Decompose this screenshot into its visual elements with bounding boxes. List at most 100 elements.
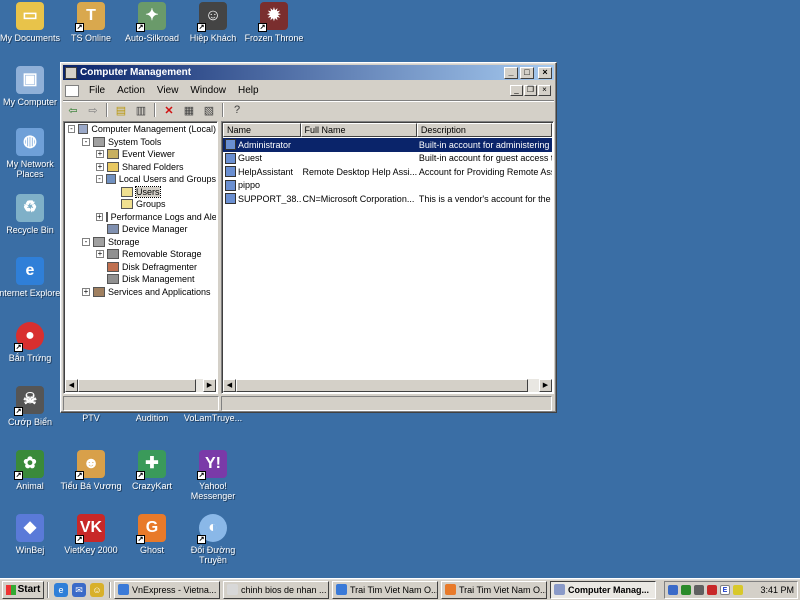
tree-node[interactable]: - Computer Management (Local): [65, 123, 216, 136]
tree-node[interactable]: Groups: [65, 198, 216, 211]
desktop-icon-internet-explorer[interactable]: e Internet Explorer: [0, 257, 66, 298]
animal-icon: ↗ ✿: [14, 450, 44, 480]
taskbar-button[interactable]: Trai Tim Viet Nam O...: [441, 580, 547, 599]
taskbar: Start e ✉ ☺ VnExpress - Vietna... chinh b…: [0, 578, 800, 600]
scroll-thumb[interactable]: [236, 379, 528, 392]
up-folder-icon[interactable]: ▤: [113, 102, 129, 118]
clock[interactable]: 3:41 PM: [760, 585, 794, 595]
console-tree[interactable]: - Computer Management (Local) - System Tool…: [63, 121, 218, 394]
collapse-icon[interactable]: -: [82, 237, 90, 246]
close-button[interactable]: ×: [538, 66, 552, 79]
tree-node-label: Device Manager: [122, 224, 188, 235]
network-tray-icon[interactable]: [668, 584, 678, 595]
user-icon: [225, 152, 236, 164]
mmc-system-menu-icon[interactable]: [65, 84, 79, 97]
desktop-icon-recycle-bin[interactable]: ♻ Recycle Bin: [0, 194, 66, 235]
tree-node[interactable]: + Performance Logs and Alerts: [65, 211, 216, 224]
taskbar-button[interactable]: Computer Manag...: [550, 580, 656, 599]
menu-file[interactable]: File: [83, 85, 111, 96]
tree-node[interactable]: - Local Users and Groups: [65, 173, 216, 186]
yahoo-icon[interactable]: ☺: [90, 582, 104, 597]
tree-view[interactable]: - Computer Management (Local) - System Tool…: [65, 123, 216, 378]
ie-icon[interactable]: e: [54, 582, 68, 597]
properties-icon[interactable]: ▦: [181, 102, 197, 118]
desktop-icon-volam[interactable]: VoLamTruye...: [177, 413, 249, 423]
tree-horizontal-scrollbar[interactable]: ◀ ▶: [65, 379, 216, 392]
taskbar-button[interactable]: Trai Tim Viet Nam O...: [332, 580, 438, 599]
tree-node-label: Computer Management (Local): [91, 124, 216, 135]
mdi-minimize-button[interactable]: _: [510, 85, 523, 96]
tree-node-label: Removable Storage: [122, 249, 202, 260]
export-list-icon[interactable]: ▧: [201, 102, 217, 118]
column-header-description[interactable]: Description: [416, 123, 552, 137]
tree-node[interactable]: + Services and Applications: [65, 286, 216, 299]
tree-node[interactable]: + Removable Storage: [65, 248, 216, 261]
column-header-name[interactable]: Name: [223, 123, 301, 137]
desktop-icon-doi-duong-truyen[interactable]: ↗ ◐ Đổi Đường Truyền: [177, 514, 249, 565]
scroll-left-button[interactable]: ◀: [223, 379, 236, 392]
list-row-user[interactable]: HelpAssistant Remote Desktop Help Assi...…: [223, 165, 552, 179]
menu-help[interactable]: Help: [232, 85, 265, 96]
tree-node-icon: [78, 124, 89, 135]
messenger-tray-icon[interactable]: [681, 584, 691, 595]
show-hide-tree-icon[interactable]: ▥: [133, 102, 149, 118]
expand-icon[interactable]: +: [96, 162, 104, 171]
mdi-restore-button[interactable]: ❐: [524, 85, 537, 96]
tree-node[interactable]: Disk Defragmenter: [65, 261, 216, 274]
scroll-right-button[interactable]: ▶: [203, 379, 216, 392]
column-header-full-name[interactable]: Full Name: [300, 123, 417, 137]
desktop-icon-frozen-throne[interactable]: ↗ ✹ Frozen Throne: [238, 2, 310, 43]
scroll-left-button[interactable]: ◀: [65, 379, 78, 392]
tree-node[interactable]: Users: [65, 185, 216, 199]
taskbar-button[interactable]: VnExpress - Vietna...: [114, 580, 220, 599]
tree-node[interactable]: - Storage: [65, 236, 216, 249]
collapse-icon[interactable]: -: [96, 175, 103, 184]
start-button[interactable]: Start: [2, 580, 44, 599]
back-icon[interactable]: ⇦: [65, 102, 81, 118]
maximize-button[interactable]: □: [520, 66, 534, 79]
desktop-icon-my-computer[interactable]: ▣ My Computer: [0, 66, 66, 107]
volume-tray-icon[interactable]: [694, 584, 704, 595]
desktop-icon-label: Đổi Đường Truyền: [190, 545, 236, 565]
desktop-icon-yahoo-messenger[interactable]: ↗ Y! Yahoo! Messenger: [177, 450, 249, 501]
security-tray-icon[interactable]: [733, 584, 743, 595]
desktop-icon-network-places[interactable]: ◍ My Network Places: [0, 128, 66, 179]
status-panel: [221, 396, 552, 411]
menu-window[interactable]: Window: [184, 85, 232, 96]
collapse-icon[interactable]: -: [68, 125, 76, 134]
expand-icon[interactable]: +: [96, 212, 103, 221]
tree-node[interactable]: - System Tools: [65, 136, 216, 149]
tree-node[interactable]: + Shared Folders: [65, 161, 216, 174]
outlook-icon[interactable]: ✉: [72, 582, 86, 597]
vietkey-tray-icon[interactable]: E: [720, 584, 730, 595]
antivirus-tray-icon[interactable]: [707, 584, 717, 595]
title-bar[interactable]: Computer Management _ □ ×: [63, 65, 554, 80]
list-horizontal-scrollbar[interactable]: ◀ ▶: [223, 379, 552, 392]
taskbar-button[interactable]: chinh bios de nhan ...: [223, 580, 329, 599]
forward-icon[interactable]: ⇨: [85, 102, 101, 118]
expand-icon[interactable]: +: [96, 150, 104, 159]
tree-node[interactable]: Disk Management: [65, 273, 216, 286]
delete-icon[interactable]: ✕: [161, 102, 177, 118]
scroll-right-button[interactable]: ▶: [539, 379, 552, 392]
computer-management-window[interactable]: Computer Management _ □ × File Action Vi…: [60, 62, 557, 413]
scroll-thumb[interactable]: [78, 379, 196, 392]
details-pane[interactable]: Name Full Name Description Administrator…: [221, 121, 554, 394]
tree-node[interactable]: Device Manager: [65, 223, 216, 236]
help-icon[interactable]: ?: [229, 102, 245, 118]
menu-view[interactable]: View: [151, 85, 185, 96]
desktop-icon-ban-trung[interactable]: ↗ ● Bắn Trứng: [0, 322, 66, 363]
expand-icon[interactable]: +: [96, 250, 104, 259]
menu-action[interactable]: Action: [111, 85, 151, 96]
list-row-user[interactable]: Administrator Built-in account for admini…: [223, 138, 552, 152]
list-row-user[interactable]: Guest Built-in account for guest access t…: [223, 152, 552, 166]
tree-node[interactable]: + Event Viewer: [65, 148, 216, 161]
tree-node-icon: [107, 161, 119, 172]
mdi-close-button[interactable]: ×: [538, 85, 551, 96]
minimize-button[interactable]: _: [504, 66, 518, 79]
list-row-user[interactable]: pippo: [223, 179, 552, 193]
desktop-icon-label: Yahoo! Messenger: [190, 481, 236, 501]
list-row-user[interactable]: SUPPORT_38... CN=Microsoft Corporation...…: [223, 192, 552, 206]
expand-icon[interactable]: +: [82, 287, 90, 296]
collapse-icon[interactable]: -: [82, 137, 90, 146]
